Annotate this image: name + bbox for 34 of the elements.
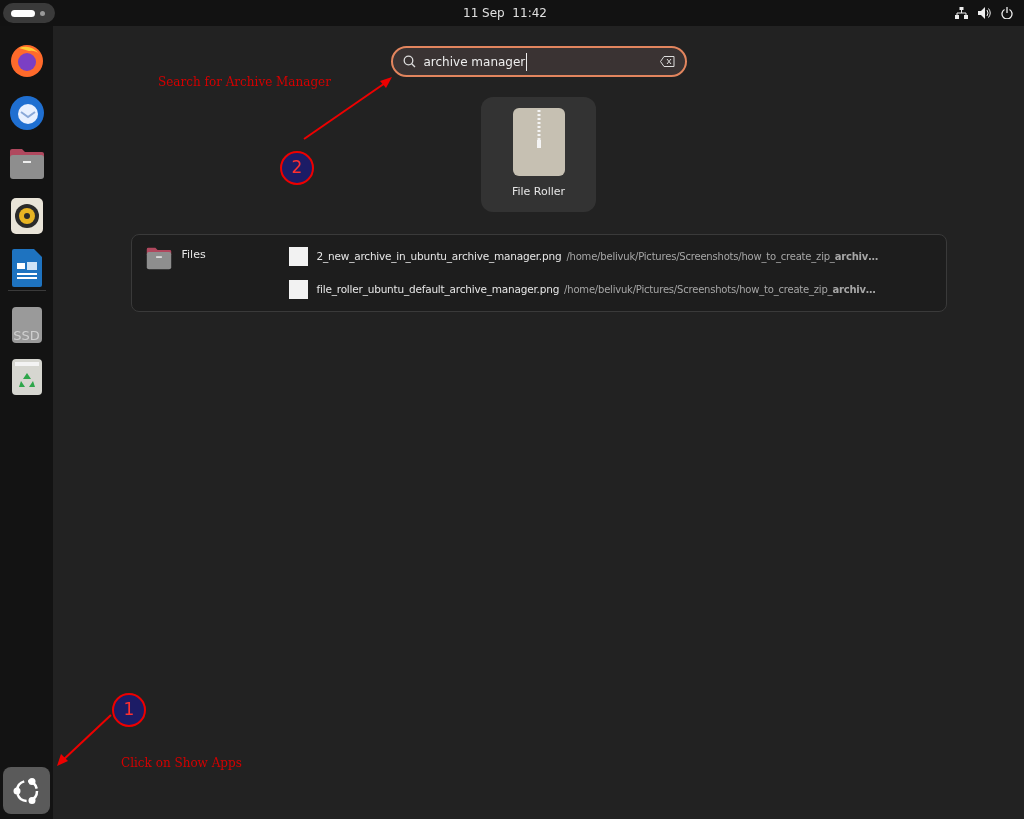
network-icon[interactable] (955, 7, 968, 19)
clock[interactable]: 11 Sep 11:42 (463, 4, 547, 22)
annotation-text: Click on Show Apps (121, 755, 242, 772)
file-name: file_roller_ubuntu_default_archive_manager.png (316, 281, 560, 298)
provider-name: Files (181, 247, 206, 263)
clear-icon[interactable] (659, 56, 675, 67)
show-apps-button[interactable] (3, 767, 50, 814)
volume-icon[interactable] (978, 7, 991, 19)
folder-icon[interactable] (8, 148, 45, 180)
file-result-row[interactable]: 2_new_archive_in_ubuntu_archive_manager.png /home/belivuk/Pictures/Screenshots/how_to_create_zip_archiv… (288, 247, 878, 266)
annotation-text: Search for Archive Manager (158, 74, 331, 91)
file-path: /home/belivuk/Pictures/Screenshots/how_to_create_zip_archiv… (566, 249, 878, 264)
step-number-badge: 1 (112, 693, 146, 727)
image-thumbnail-icon (288, 280, 308, 299)
search-icon (402, 55, 416, 68)
app-name: File Roller (511, 184, 566, 201)
mail-bird-icon[interactable] (7, 93, 46, 131)
search-field[interactable]: archive manager (390, 46, 687, 77)
power-icon[interactable] (1001, 7, 1013, 19)
ubuntu-logo-icon (12, 776, 41, 805)
folder-icon (145, 247, 172, 270)
search-query: archive manager (423, 52, 528, 71)
document-icon[interactable] (11, 249, 42, 287)
file-name: 2_new_archive_in_ubuntu_archive_manager.png (316, 248, 562, 265)
speaker-icon[interactable] (10, 198, 43, 234)
browser-icon[interactable] (8, 42, 45, 78)
image-thumbnail-icon (288, 247, 308, 266)
file-result-row[interactable]: file_roller_ubuntu_default_archive_manager.png /home/belivuk/Pictures/Screenshots/how_to_create_zip_archiv… (288, 280, 878, 299)
zipper-archive-icon (512, 108, 565, 177)
step-number-badge: 2 (280, 151, 314, 185)
file-path: /home/belivuk/Pictures/Screenshots/how_to_create_zip_archiv… (564, 282, 876, 297)
app-result-tile[interactable]: File Roller (481, 97, 596, 212)
trash-icon[interactable] (11, 359, 42, 395)
workspace-indicator[interactable] (3, 3, 55, 23)
